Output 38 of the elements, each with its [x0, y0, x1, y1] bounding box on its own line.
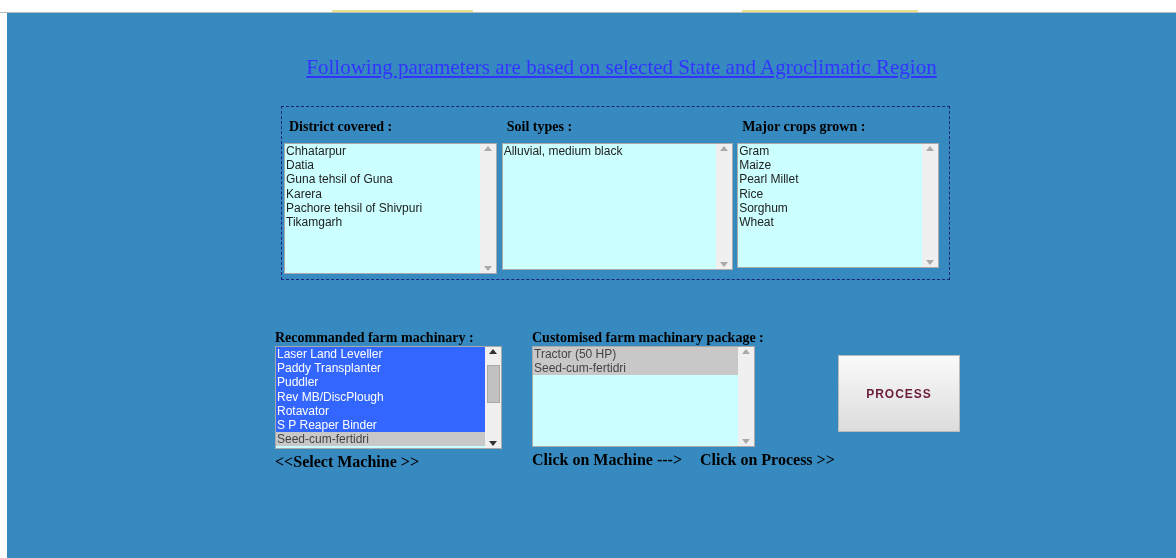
instruction-text: <<Select Machine >>: [275, 453, 420, 471]
scrollbar[interactable]: [485, 347, 501, 448]
list-option[interactable]: Seed-cum-fertidri: [533, 361, 738, 376]
list-option[interactable]: Paddy Transplanter: [276, 361, 485, 376]
list-option[interactable]: Tractor (50 HP): [533, 347, 738, 362]
list-option[interactable]: Chhatarpur: [285, 144, 480, 159]
list-option[interactable]: Tikamgarh: [285, 215, 480, 230]
list-option[interactable]: Rice: [738, 186, 923, 201]
down-arrow-icon[interactable]: [489, 441, 497, 446]
machine-list[interactable]: Laser Land Leveller Paddy Transplanter Puddler Rev MB/DiscPlough Rotavator S P Reaper Binder Seed-cum-fertidri: [275, 346, 502, 449]
list-option[interactable]: Maize: [738, 158, 923, 173]
list-option[interactable]: Karera: [285, 186, 480, 201]
field-label: Soil types :: [506, 119, 574, 135]
list-option[interactable]: Laser Land Leveller: [276, 347, 485, 362]
up-arrow-icon[interactable]: [489, 349, 497, 354]
machine-list[interactable]: Tractor (50 HP) Seed-cum-fertidri: [532, 346, 755, 447]
list-option[interactable]: Gram: [738, 144, 923, 159]
list-option[interactable]: Puddler: [276, 375, 485, 390]
scroll-thumb[interactable]: [486, 365, 500, 403]
list-option[interactable]: Pachore tehsil of Shivpuri: [285, 200, 480, 215]
field-label: Major crops grown :: [742, 119, 867, 135]
instruction-text: Click on Machine --->: [532, 451, 682, 469]
field-label: Recommanded farm machinary :: [275, 330, 475, 346]
list-option[interactable]: S P Reaper Binder: [276, 418, 485, 433]
parameter-list[interactable]: Chhatarpur Datia Guna tehsil of Guna Karera Pachore tehsil of Shivpuri Tikamgarh: [284, 143, 497, 274]
field-label: District covered :: [289, 119, 394, 135]
list-option[interactable]: Seed-cum-fertidri: [276, 432, 485, 447]
list-option[interactable]: Datia: [285, 158, 480, 173]
list-option[interactable]: Sorghum: [738, 200, 923, 215]
list-option[interactable]: Alluvial, medium black: [502, 144, 716, 159]
parameter-list[interactable]: Alluvial, medium black: [501, 143, 733, 270]
list-option[interactable]: Wheat: [738, 215, 923, 230]
process-button[interactable]: PROCESS: [838, 355, 960, 432]
list-option[interactable]: Pearl Millet: [738, 172, 923, 187]
instruction-text: Click on Process >>: [700, 451, 835, 469]
field-label: Customised farm machinary package :: [532, 330, 765, 346]
list-option[interactable]: Guna tehsil of Guna: [285, 172, 480, 187]
parameter-list[interactable]: Gram Maize Pearl Millet Rice Sorghum Wheat: [737, 143, 940, 268]
